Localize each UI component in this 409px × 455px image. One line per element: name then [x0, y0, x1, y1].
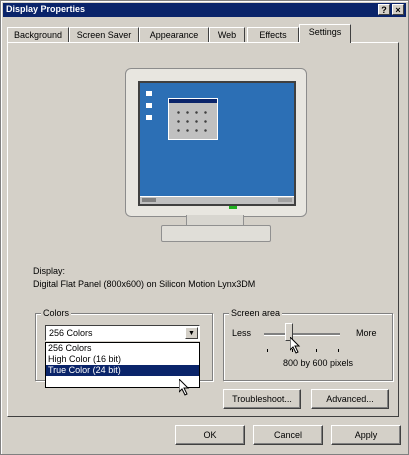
slider-tick: [338, 349, 339, 352]
troubleshoot-button[interactable]: Troubleshoot...: [223, 389, 301, 409]
less-label: Less: [232, 328, 252, 338]
display-adapter-text: Digital Flat Panel (800x600) on Silicon …: [33, 279, 256, 289]
colors-option-256[interactable]: 256 Colors: [46, 343, 199, 354]
colors-option-high-color[interactable]: High Color (16 bit): [46, 354, 199, 365]
tab-web[interactable]: Web: [209, 27, 245, 42]
colors-dropdown-list: 256 Colors High Color (16 bit) True Colo…: [45, 342, 200, 388]
colors-dropdown[interactable]: 256 Colors ▼: [45, 325, 200, 341]
resolution-text: 800 by 600 pixels: [283, 358, 354, 368]
display-label: Display:: [33, 266, 66, 276]
desktop-icon: [146, 91, 152, 96]
preview-tray: [278, 198, 292, 202]
cancel-button[interactable]: Cancel: [253, 425, 323, 445]
desktop-icon: [146, 103, 152, 108]
mouse-pointer-icon: [179, 379, 190, 396]
display-properties-window: Display Properties ? × Background Screen…: [0, 0, 409, 455]
tab-settings[interactable]: Settings: [299, 24, 351, 43]
screen-area-slider-track[interactable]: [264, 333, 340, 336]
preview-window: [168, 98, 218, 140]
tab-effects[interactable]: Effects: [247, 27, 299, 42]
colors-option-true-color[interactable]: True Color (24 bit): [46, 365, 199, 376]
preview-taskbar: [140, 196, 294, 204]
preview-start-button: [142, 198, 156, 202]
mouse-pointer-icon: [290, 337, 301, 354]
screen-area-group: Screen area: [223, 308, 393, 381]
colors-selected-value: 256 Colors: [49, 328, 93, 338]
screen-area-group-title: Screen area: [229, 308, 283, 318]
power-led-icon: [229, 206, 237, 209]
chevron-down-icon[interactable]: ▼: [185, 327, 198, 339]
colors-group-title: Colors: [41, 308, 72, 318]
slider-tick: [267, 349, 268, 352]
monitor-base: [161, 225, 271, 242]
desktop-icon: [146, 115, 152, 120]
tab-screen-saver[interactable]: Screen Saver: [69, 27, 139, 42]
ok-button[interactable]: OK: [175, 425, 245, 445]
preview-window-titlebar: [169, 99, 217, 103]
tab-strip: Background Screen Saver Appearance Web E…: [7, 23, 403, 43]
close-button[interactable]: ×: [392, 4, 404, 15]
tab-background[interactable]: Background: [7, 27, 69, 42]
tab-appearance[interactable]: Appearance: [139, 27, 209, 42]
apply-button[interactable]: Apply: [331, 425, 401, 445]
help-button[interactable]: ?: [378, 4, 390, 15]
window-title: Display Properties: [6, 4, 86, 14]
more-label: More: [356, 328, 377, 338]
monitor-screen: [138, 81, 296, 206]
title-bar[interactable]: Display Properties ? ×: [3, 3, 406, 17]
slider-tick: [316, 349, 317, 352]
advanced-button[interactable]: Advanced...: [311, 389, 389, 409]
preview-window-icons: [174, 108, 212, 134]
